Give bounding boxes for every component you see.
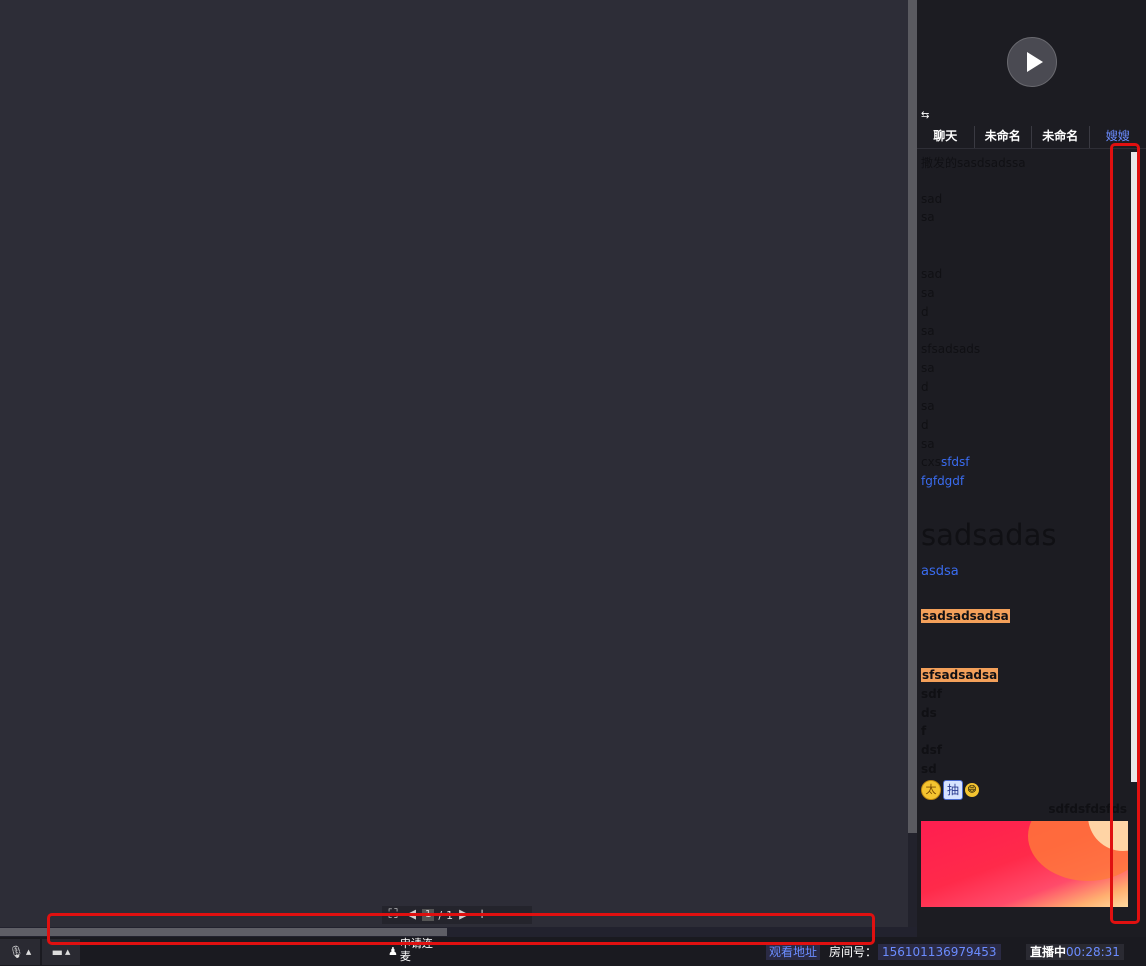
fullscreen-icon[interactable]: ⛶ — [386, 908, 400, 922]
emoji-icon: 抽 — [943, 780, 963, 800]
chat-bold-line: dsf — [921, 743, 942, 757]
chat-line: sa — [921, 210, 935, 224]
chat-line: sa — [921, 324, 935, 338]
caret-up-icon: ▲ — [25, 948, 32, 956]
chat-bold-line: f — [921, 724, 927, 738]
chat-line: sfsadsads — [921, 342, 981, 356]
chat-line: d — [921, 418, 929, 432]
page-separator: / — [438, 908, 443, 922]
play-icon — [1026, 52, 1043, 72]
emoji-row: 太 抽 😄 — [921, 780, 979, 800]
room-number: 156101136979453 — [878, 944, 1001, 960]
live-label: 直播中 — [1030, 945, 1067, 959]
watch-address-button[interactable]: 观看地址 — [766, 944, 821, 960]
side-panel: ⇆ 聊天 未命名 未命名 嫂嫂 撒发的sasdsadssa sad sa sad sa d… — [917, 0, 1146, 937]
switch-icon[interactable]: ⇆ — [921, 110, 935, 122]
chat-blue-text: asdsa — [921, 564, 959, 579]
chat-line: d — [921, 380, 929, 394]
apply-mic-label: 申请连麦 — [399, 937, 433, 963]
person-icon: ♟ — [388, 945, 398, 958]
chat-link[interactable]: fgfdgdf — [921, 474, 964, 488]
zoom-in-icon[interactable]: + — [475, 908, 489, 922]
chat-line: cxssfdsf — [921, 455, 970, 469]
chat-image[interactable] — [921, 821, 1128, 907]
video-area — [917, 0, 1146, 108]
microphone-button[interactable]: 🎙 ▲ — [0, 939, 40, 965]
tab-unnamed-1[interactable]: 未命名 — [975, 126, 1032, 148]
camera-button[interactable]: ▬ ▲ — [42, 939, 80, 965]
chat-line: d — [921, 305, 929, 319]
caret-up-icon: ▲ — [64, 948, 71, 956]
chat-big-text: sadsadas — [921, 518, 1057, 552]
chat-link[interactable]: sfdsf — [941, 455, 970, 469]
highlight-text: sfsadsadsa — [921, 668, 999, 682]
horizontal-scroll-thumb[interactable] — [0, 928, 447, 936]
current-page[interactable]: 1 — [422, 909, 435, 921]
chat-highlight: sadsadsadsa — [921, 609, 1010, 623]
chat-line: sa — [921, 437, 935, 451]
chat-right-text: sdfdsfdsfds — [1048, 802, 1127, 816]
chat-highlight: sfsadsadsa — [921, 668, 999, 682]
panel-tabs: 聊天 未命名 未命名 嫂嫂 — [917, 126, 1146, 149]
stage-scroll-corner — [908, 833, 917, 927]
camera-icon: ▬ — [51, 945, 63, 959]
whiteboard-stage[interactable] — [0, 0, 908, 927]
live-timer: 00:28:31 — [1066, 945, 1120, 959]
chat-line: 撒发的sasdsadssa — [921, 156, 1026, 170]
chat-text: cxs — [921, 455, 941, 469]
chat-bold-line: ds — [921, 706, 937, 720]
zoom-out-icon[interactable]: − — [493, 908, 507, 922]
next-page-icon[interactable]: ▶ — [457, 908, 471, 922]
emoji-icon: 太 — [921, 780, 941, 800]
chat-line: sa — [921, 361, 935, 375]
chat-line: sad — [921, 192, 943, 206]
chat-bold-line: sdf — [921, 687, 942, 701]
room-label: 房间号： — [829, 945, 878, 959]
chat-message-list[interactable]: 撒发的sasdsadssa sad sa sad sa d sa sfsadsads sa d sa… — [917, 152, 1129, 912]
tab-chat[interactable]: 聊天 — [917, 126, 975, 148]
tab-unnamed-2[interactable]: 未命名 — [1032, 126, 1090, 148]
chat-bold-line: sd — [921, 762, 937, 776]
play-button[interactable] — [1007, 37, 1057, 87]
apply-mic-button[interactable]: ♟ 申请连麦 — [388, 937, 448, 966]
live-status: 直播中00:28:31 — [1026, 944, 1124, 960]
chat-scroll-thumb[interactable] — [1131, 152, 1137, 782]
highlight-text: sadsadsadsa — [921, 609, 1010, 623]
total-pages: 1 — [446, 908, 454, 922]
microphone-icon: 🎙 — [8, 945, 24, 959]
prev-page-icon[interactable]: ◀ — [404, 908, 418, 922]
page-controls: ⛶ ◀ 1 / 1 ▶ + − — [382, 906, 532, 924]
chat-line: sad — [921, 267, 943, 281]
tab-sao[interactable]: 嫂嫂 — [1090, 126, 1146, 148]
chat-line: sa — [921, 286, 935, 300]
stage-vertical-scrollbar[interactable] — [908, 0, 917, 833]
chat-line: sa — [921, 399, 935, 413]
smile-emoji-icon: 😄 — [965, 783, 979, 797]
